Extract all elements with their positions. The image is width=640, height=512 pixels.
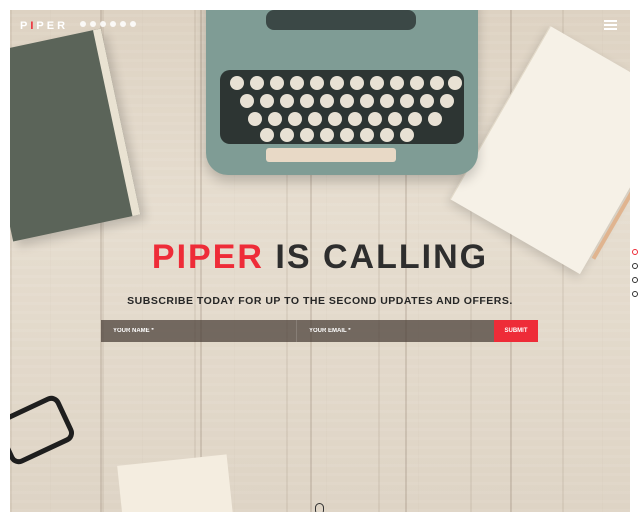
section-dot-4[interactable]	[632, 291, 638, 297]
email-input[interactable]	[297, 320, 494, 342]
scroll-down-icon[interactable]	[315, 503, 324, 512]
paper-image	[117, 454, 233, 512]
submit-button[interactable]: SUBMIT	[494, 320, 538, 342]
typewriter-slot	[266, 10, 416, 30]
pinterest-icon[interactable]	[110, 21, 116, 27]
hero-title-accent: PIPER	[151, 238, 264, 276]
name-input[interactable]	[101, 320, 297, 342]
hero-subtitle: SUBSCRIBE TODAY FOR UP TO THE SECOND UPD…	[127, 295, 513, 307]
logo-text-end: PER	[36, 20, 69, 32]
youtube-icon[interactable]	[130, 21, 136, 27]
menu-icon[interactable]	[604, 20, 617, 30]
social-links	[80, 21, 136, 27]
logo-text-start: P	[20, 20, 31, 32]
site-logo[interactable]: PIPER	[20, 20, 68, 32]
typewriter-keyboard	[220, 70, 464, 144]
section-nav	[632, 249, 638, 297]
typewriter-image	[206, 10, 478, 175]
facebook-icon[interactable]	[90, 21, 96, 27]
typewriter-spacebar	[266, 148, 396, 162]
linkedin-icon[interactable]	[120, 21, 126, 27]
instagram-icon[interactable]	[100, 21, 106, 27]
section-dot-3[interactable]	[632, 277, 638, 283]
section-dot-1[interactable]	[632, 249, 638, 255]
section-dot-2[interactable]	[632, 263, 638, 269]
subscribe-form: SUBMIT	[101, 320, 538, 342]
hero-title-rest: IS CALLING	[275, 238, 489, 276]
twitter-icon[interactable]	[80, 21, 86, 27]
hero-title: PIPER IS CALLING	[0, 238, 640, 277]
